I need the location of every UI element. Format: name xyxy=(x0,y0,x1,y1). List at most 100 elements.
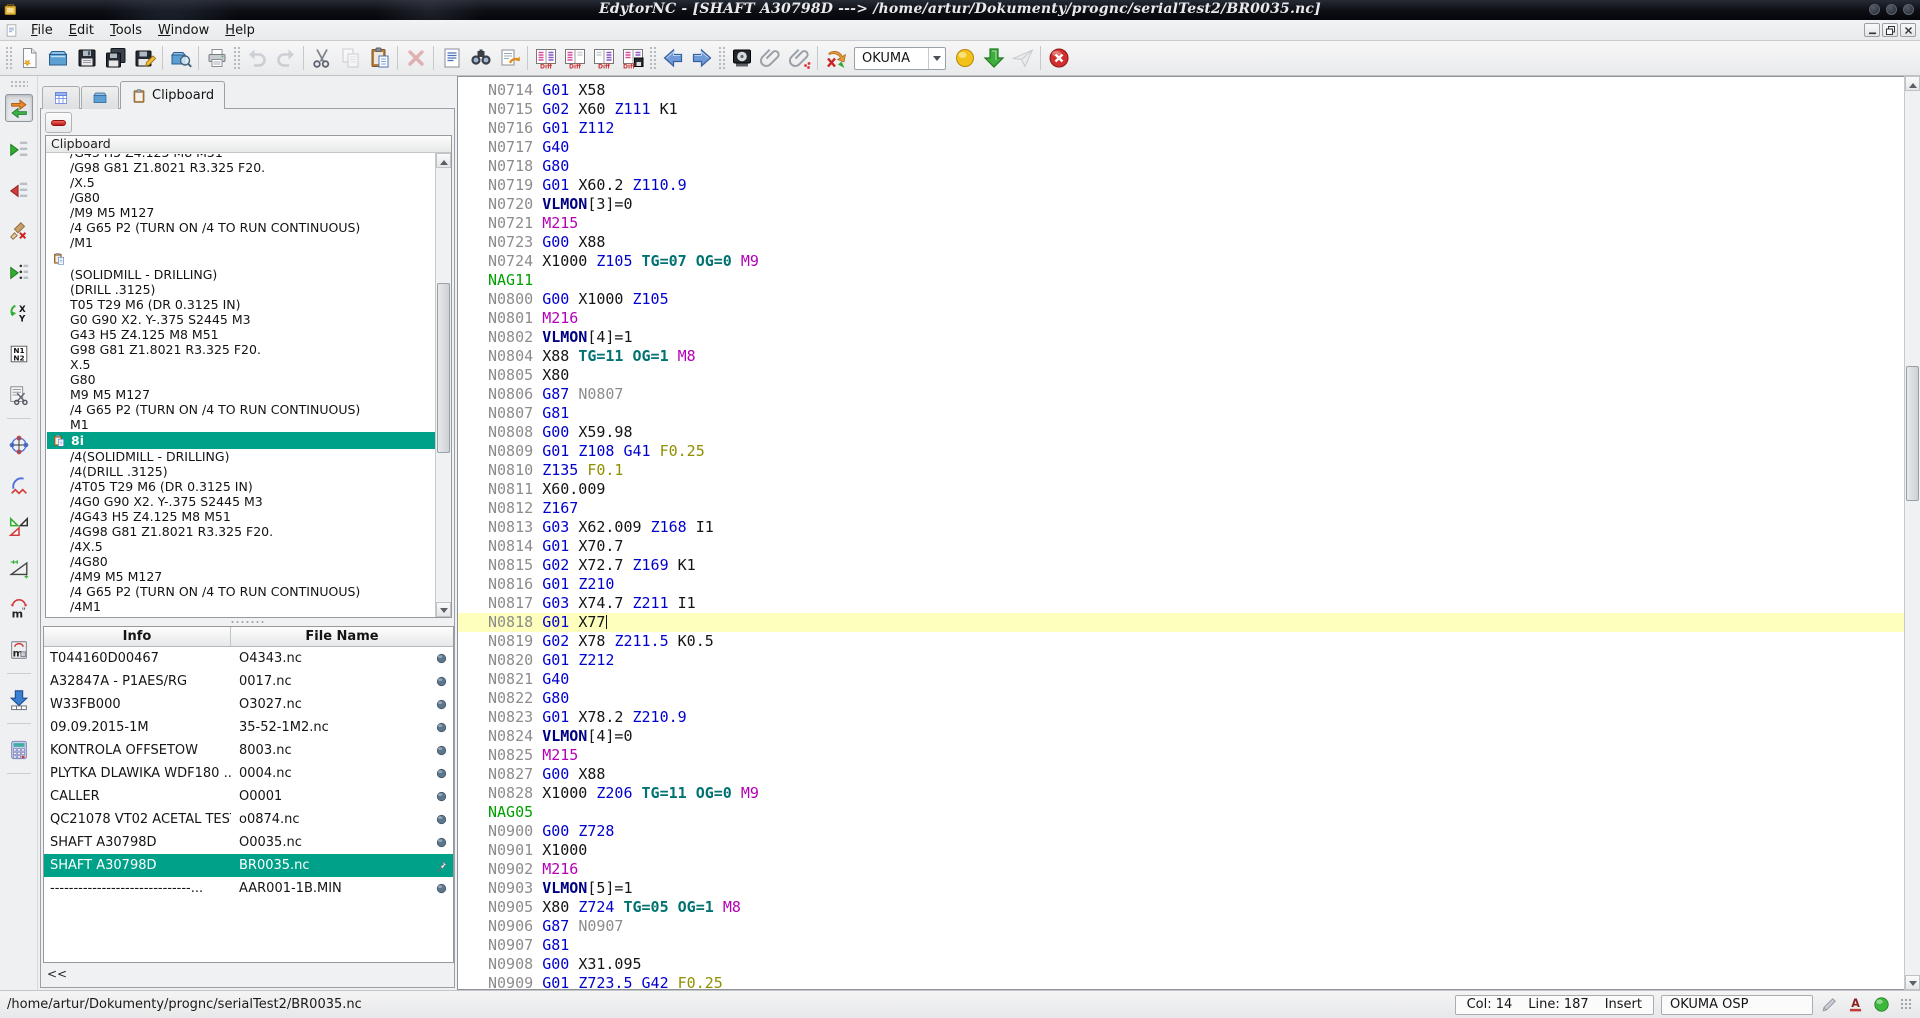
clipboard-code-line[interactable]: M9 M5 M127 xyxy=(47,387,435,402)
minimize-button[interactable] xyxy=(1869,4,1880,15)
clipboard-code-line[interactable]: X.5 xyxy=(47,357,435,372)
sidebar-drag-handle[interactable] xyxy=(10,80,28,87)
code-line[interactable]: N0901 X1000 xyxy=(458,841,1904,860)
code-line[interactable]: N0905 X80 Z724 TG=05 OG=1 M8 xyxy=(458,898,1904,917)
clipboard-code-line[interactable]: /4G98 G81 Z1.8021 R3.325 F20. xyxy=(47,524,435,539)
scroll-down-icon[interactable] xyxy=(436,602,451,617)
code-line[interactable]: N0714 G01 X58 xyxy=(458,81,1904,100)
scroll-up-icon[interactable] xyxy=(436,153,451,168)
code-line[interactable]: N0719 G01 X60.2 Z110.9 xyxy=(458,176,1904,195)
clipboard-code-line[interactable]: M1 xyxy=(47,417,435,432)
file-row[interactable]: A32847A - P1AES/RG0017.nc xyxy=(44,670,453,693)
mdi-minimize-button[interactable] xyxy=(1864,23,1880,37)
calculator-button[interactable] xyxy=(5,736,33,764)
menu-file[interactable]: File xyxy=(23,21,61,40)
mdi-restore-button[interactable] xyxy=(1882,23,1898,37)
file-row[interactable]: SHAFT A30798DO0035.nc xyxy=(44,831,453,854)
resize-grip[interactable] xyxy=(1900,998,1913,1011)
mdi-close-button[interactable] xyxy=(1900,23,1916,37)
code-line[interactable]: N0717 G40 xyxy=(458,138,1904,157)
clipboard-code-line[interactable]: /4G80 xyxy=(47,554,435,569)
code-line[interactable]: N0827 G00 X88 xyxy=(458,765,1904,784)
file-row[interactable]: CALLERO0001 xyxy=(44,785,453,808)
clipboard-code-line[interactable]: /G80 xyxy=(47,190,435,205)
block-swap-button[interactable] xyxy=(5,94,33,122)
diff-right-button[interactable]: Diff xyxy=(589,44,618,73)
code-line[interactable]: N0909 G01 Z723.5 G42 F0.25 xyxy=(458,974,1904,990)
machine-select-combobox[interactable]: OKUMA xyxy=(854,47,946,70)
file-row[interactable]: 09.09.2015-1M35-52-1M2.nc xyxy=(44,716,453,739)
clipboard-code-line[interactable]: /4 G65 P2 (TURN ON /4 TO RUN CONTINUOUS) xyxy=(47,402,435,417)
code-line[interactable]: N0815 G02 X72.7 Z169 K1 xyxy=(458,556,1904,575)
arc-calc-button[interactable] xyxy=(5,472,33,500)
insert-block-button[interactable] xyxy=(5,135,33,163)
serial-config-button[interactable] xyxy=(727,44,756,73)
clipboard-scroll-thumb[interactable] xyxy=(437,283,450,453)
bolt-circle-button[interactable] xyxy=(5,431,33,459)
code-line[interactable]: N0823 G01 X78.2 Z210.9 xyxy=(458,708,1904,727)
code-line[interactable]: N0821 G40 xyxy=(458,670,1904,689)
code-line[interactable]: N0828 X1000 Z206 TG=11 OG=0 M9 xyxy=(458,784,1904,803)
splitter-handle[interactable] xyxy=(230,620,266,624)
code-line[interactable]: N0804 X88 TG=11 OG=1 M8 xyxy=(458,347,1904,366)
code-line[interactable]: N0800 G00 X1000 Z105 xyxy=(458,290,1904,309)
code-line[interactable]: N0810 Z135 F0.1 xyxy=(458,461,1904,480)
cut-block-button[interactable] xyxy=(5,381,33,409)
triangles-calc-button[interactable] xyxy=(5,513,33,541)
nav-back-button[interactable] xyxy=(658,44,687,73)
receive-button[interactable] xyxy=(979,44,1008,73)
toolbar-drag-handle[interactable] xyxy=(649,46,656,70)
file-row[interactable]: SHAFT A30798DBR0035.nc xyxy=(44,854,453,877)
nc-code-editor[interactable]: N0714 G01 X58N0715 G02 X60 Z111 K1N0716 … xyxy=(457,76,1904,990)
code-line[interactable]: NAG11 xyxy=(458,271,1904,290)
find-replace-button[interactable] xyxy=(495,44,524,73)
code-line[interactable]: N0724 X1000 Z105 TG=07 OG=0 M9 xyxy=(458,252,1904,271)
save-button[interactable] xyxy=(72,44,101,73)
menu-tools[interactable]: Tools xyxy=(102,21,150,40)
save-all-button[interactable] xyxy=(101,44,130,73)
code-line[interactable]: N0907 G81 xyxy=(458,936,1904,955)
clipboard-code-line[interactable]: G0 G90 X2. Y-.375 S2445 M3 xyxy=(47,312,435,327)
code-line[interactable]: N0820 G01 Z212 xyxy=(458,651,1904,670)
cut-button[interactable] xyxy=(307,44,336,73)
paste-button[interactable] xyxy=(365,44,394,73)
code-line[interactable]: N0716 G01 Z112 xyxy=(458,119,1904,138)
code-line[interactable]: N0806 G87 N0807 xyxy=(458,385,1904,404)
clipboard-code-line[interactable]: (SOLIDMILL - DRILLING) xyxy=(47,267,435,282)
code-line-current[interactable]: N0818 G01 X77 xyxy=(458,613,1904,632)
editor-scrollbar[interactable] xyxy=(1904,76,1920,990)
code-line[interactable]: N0723 G00 X88 xyxy=(458,233,1904,252)
code-line[interactable]: N0801 M216 xyxy=(458,309,1904,328)
file-row[interactable]: W33FB000O3027.nc xyxy=(44,693,453,716)
feeds-doc-button[interactable]: m xyxy=(5,636,33,664)
find-button[interactable] xyxy=(466,44,495,73)
panel-collapse-button[interactable]: << xyxy=(44,967,70,984)
code-line[interactable]: N0903 VLMON[5]=1 xyxy=(458,879,1904,898)
code-line[interactable]: N0718 G80 xyxy=(458,157,1904,176)
column-header-info[interactable]: Info xyxy=(44,627,231,646)
attach-button[interactable] xyxy=(756,44,785,73)
code-line[interactable]: N0908 G00 X31.095 xyxy=(458,955,1904,974)
clipboard-code-line[interactable]: G80 xyxy=(47,372,435,387)
diff-button[interactable]: Diff xyxy=(531,44,560,73)
code-line[interactable]: N0811 X60.009 xyxy=(458,480,1904,499)
clipboard-code-line[interactable]: /4 G65 P2 (TURN ON /4 TO RUN CONTINUOUS) xyxy=(47,220,435,235)
menu-window[interactable]: Window xyxy=(150,21,217,40)
code-line[interactable]: N0802 VLMON[4]=1 xyxy=(458,328,1904,347)
code-line[interactable]: N0809 G01 Z108 G41 F0.25 xyxy=(458,442,1904,461)
clipboard-code-line[interactable]: /4M9 M5 M127 xyxy=(47,569,435,584)
clipboard-code-line[interactable]: /M9 M5 M127 xyxy=(47,205,435,220)
clipboard-code-line[interactable]: /4X.5 xyxy=(47,539,435,554)
editor-scroll-down-icon[interactable] xyxy=(1905,975,1920,990)
toolbar-drag-handle[interactable] xyxy=(718,46,725,70)
code-line[interactable]: N0817 G03 X74.7 Z211 I1 xyxy=(458,594,1904,613)
code-line[interactable]: N0824 VLMON[4]=0 xyxy=(458,727,1904,746)
stop-button[interactable] xyxy=(1044,44,1073,73)
clipboard-code-line[interactable]: /4M1 xyxy=(47,599,435,614)
document-menu-icon[interactable] xyxy=(4,23,19,38)
menu-help[interactable]: Help xyxy=(217,21,263,40)
file-row[interactable]: KONTROLA OFFSETOW8003.nc xyxy=(44,739,453,762)
close-button[interactable] xyxy=(1903,4,1914,15)
clipboard-entry[interactable]: 8i xyxy=(47,432,435,449)
menu-edit[interactable]: Edit xyxy=(61,21,102,40)
